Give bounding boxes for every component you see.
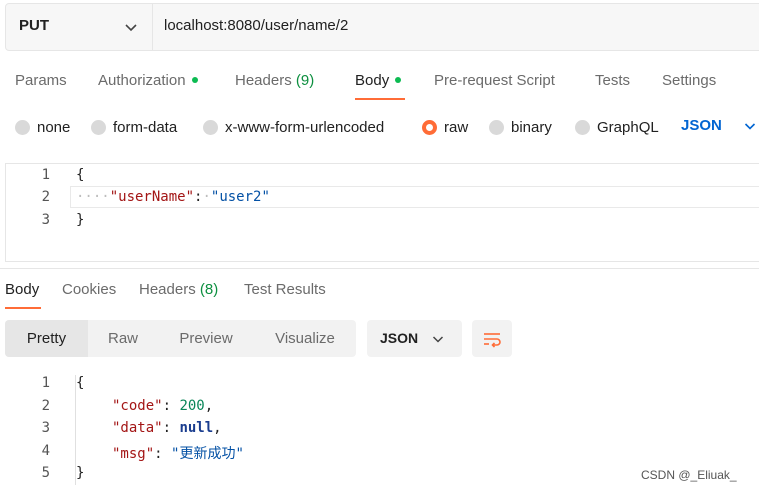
response-format-label: JSON: [380, 330, 419, 346]
response-line-code: "code": 200,: [112, 398, 214, 414]
body-format-label: JSON: [681, 117, 722, 134]
line-number: 2: [41, 398, 50, 414]
view-visualize-button[interactable]: Visualize: [254, 320, 356, 357]
radio-raw-label: raw: [444, 118, 469, 136]
request-bar: PUT localhost:8080/user/name/2: [5, 3, 759, 51]
active-dot-icon: [191, 77, 198, 84]
view-raw-button[interactable]: Raw: [88, 320, 158, 357]
wrap-lines-icon: [484, 333, 501, 348]
tab-headers-label: Headers: [235, 72, 292, 89]
section-divider: [0, 268, 759, 269]
json-value: "user2": [210, 189, 270, 205]
radio-graphql-label: GraphQL: [597, 118, 659, 136]
json-key: "msg": [112, 446, 155, 462]
method-selector[interactable]: PUT: [6, 4, 153, 50]
json-key: "code": [112, 398, 163, 414]
radio-binary-label: binary: [511, 118, 552, 136]
headers-count: (9): [295, 72, 315, 89]
response-tab-cookies[interactable]: Cookies: [62, 281, 116, 298]
line-number: 2: [41, 189, 50, 205]
response-format-select[interactable]: JSON: [367, 320, 462, 357]
json-value: null: [179, 420, 214, 436]
watermark: CSDN @_Eliuak_: [641, 468, 737, 482]
radio-form-data[interactable]: form-data: [91, 117, 177, 137]
radio-circle-icon: [203, 119, 218, 135]
response-headers-count: (8): [199, 281, 219, 298]
tab-tests[interactable]: Tests: [595, 72, 630, 89]
request-body-editor[interactable]: [5, 163, 759, 262]
radio-urlencoded-label: x-www-form-urlencoded: [225, 118, 385, 136]
response-close-brace: }: [76, 465, 85, 481]
response-view-toggle: Pretty Raw Preview Visualize: [5, 320, 356, 357]
response-line-data: "data": null,: [112, 420, 222, 436]
response-headers-label: Headers: [139, 281, 196, 298]
response-tab-headers[interactable]: Headers (8): [139, 281, 218, 298]
tab-authorization-label: Authorization: [98, 72, 186, 89]
radio-urlencoded[interactable]: x-www-form-urlencoded: [203, 117, 384, 137]
url-input[interactable]: localhost:8080/user/name/2: [164, 17, 348, 34]
line-number: 3: [41, 420, 50, 436]
response-tab-body[interactable]: Body: [5, 281, 39, 298]
tab-authorization[interactable]: Authorization: [98, 72, 198, 89]
response-open-brace: {: [76, 375, 85, 391]
chevron-down-icon: [432, 336, 444, 343]
chevron-down-icon: [744, 122, 755, 130]
tab-body[interactable]: Body: [355, 72, 402, 89]
code-open-brace: {: [76, 167, 85, 183]
radio-circle-icon: [575, 119, 590, 135]
radio-form-data-label: form-data: [113, 118, 178, 136]
tab-headers[interactable]: Headers (9): [235, 72, 314, 89]
radio-binary[interactable]: binary: [489, 117, 552, 137]
line-number: 1: [41, 167, 50, 183]
method-label: PUT: [19, 17, 49, 34]
radio-none-label: none: [37, 118, 71, 136]
radio-checked-icon: [422, 119, 437, 135]
tab-body-underline: [355, 98, 405, 100]
tab-prerequest-script[interactable]: Pre-request Script: [434, 72, 555, 89]
active-dot-icon: [395, 77, 402, 84]
tab-params[interactable]: Params: [15, 72, 67, 89]
line-number: 1: [41, 375, 50, 391]
json-value: "更新成功": [171, 446, 244, 462]
radio-circle-icon: [15, 119, 30, 135]
view-pretty-button[interactable]: Pretty: [5, 320, 88, 357]
response-line-msg: "msg": "更新成功": [112, 446, 244, 462]
code-close-brace: }: [76, 212, 85, 228]
view-preview-button[interactable]: Preview: [158, 320, 254, 357]
json-value: 200: [179, 398, 205, 414]
radio-graphql[interactable]: GraphQL: [575, 117, 659, 137]
json-key: "userName": [109, 189, 195, 205]
json-key: "data": [112, 420, 163, 436]
response-tab-test-results[interactable]: Test Results: [244, 281, 326, 298]
chevron-down-icon: [125, 24, 137, 32]
radio-circle-icon: [91, 119, 106, 135]
indent-dots: ····: [76, 189, 110, 205]
line-number: 5: [41, 465, 50, 481]
tab-settings[interactable]: Settings: [662, 72, 716, 89]
line-number: 3: [41, 212, 50, 228]
radio-none[interactable]: none: [15, 117, 70, 137]
body-format-select[interactable]: JSON: [681, 117, 756, 134]
response-tab-body-underline: [5, 307, 41, 309]
tab-body-label: Body: [355, 72, 390, 89]
radio-circle-icon: [489, 119, 504, 135]
line-number: 4: [41, 443, 50, 459]
radio-raw[interactable]: raw: [422, 117, 468, 137]
code-line-2: ····"userName":·"user2": [76, 189, 270, 205]
wrap-lines-button[interactable]: [472, 320, 512, 357]
